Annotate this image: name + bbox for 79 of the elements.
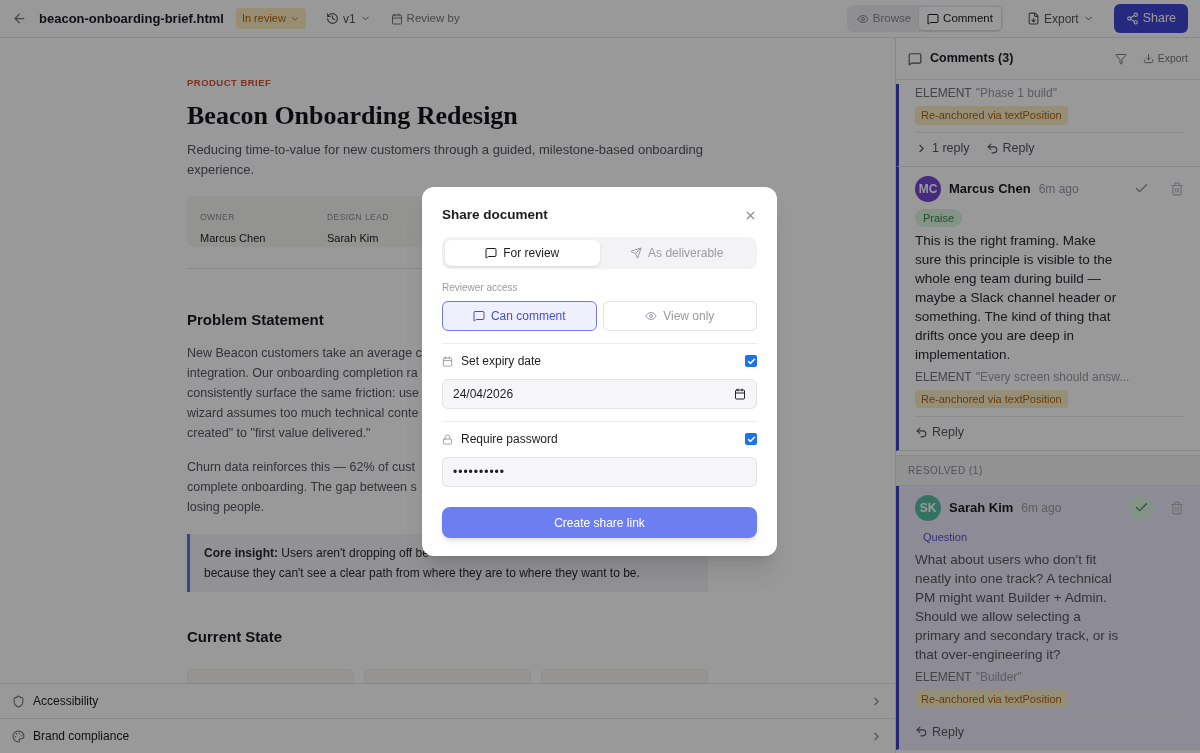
history-icon [325,12,339,25]
create-link-button[interactable]: Create share link [442,507,757,539]
share-icon [1125,12,1139,25]
anchor-badge: Re-anchored via textPosition [915,689,1068,708]
share-mode-tab[interactable]: As deliverable [599,240,754,267]
comment-icon [927,12,940,25]
document-title: Beacon Onboarding Redesign [187,100,518,133]
comment-body: This is the right framing. Make sure this principle is visible to the whole eng team during build — maybe a Slack channel header or something. The kind of thing that drifts once you are deep in implementation. [915,231,1118,364]
element-text: "Every screen should answ... [975,368,1130,386]
anchor-badge: Re-anchored via textPosition [915,106,1068,125]
palette-icon [12,729,25,743]
comment-icon [485,247,498,260]
checkbox[interactable] [745,355,757,368]
resolved-header: RESOLVED (1) [896,454,1200,486]
section-heading: Current State [187,627,283,647]
password-field[interactable]: •••••••••• [442,457,757,488]
reply-icon [985,141,999,155]
eye-icon [856,12,869,25]
comment-author: Sarah Kim [949,498,1014,517]
shield-icon [12,694,25,708]
element-label: ELEMENT [915,368,972,386]
eyebrow: PRODUCT BRIEF [187,76,272,90]
reply-icon [915,425,928,439]
share-button[interactable]: Share [1113,4,1188,33]
comment-author: Marcus Chen [949,180,1031,198]
section-heading: Problem Statement [187,309,324,330]
subtitle: Reducing time-to-value for new customers through a guided, milestone-based onboarding experience. [187,141,703,180]
element-label: ELEMENT [915,85,972,102]
reply-button[interactable]: Reply [915,722,964,742]
lock-icon [442,433,453,445]
paragraph: New Beacon customers take an average c integration. Our onboarding completion ra consistently surface the same friction: use wizard assumes too much technical conte created" to "first value delivered." [187,345,422,442]
access-option[interactable]: Can comment [442,301,597,332]
calendar-icon [390,12,403,25]
file-name: beacon-onboarding-brief.html [39,9,224,28]
eye-icon [645,310,658,323]
reply-button[interactable]: Reply [985,139,1035,158]
comment-tag: Praise [915,208,963,228]
meta-label: DESIGN LEAD [327,211,390,224]
dialog-title: Share document [442,206,548,224]
element-text: "Phase 1 build" [975,85,1057,102]
reply-icon [915,725,928,739]
access-option[interactable]: View only [602,301,757,332]
status-dropdown[interactable]: In review [235,8,306,29]
replies-toggle[interactable]: 1 reply [915,139,970,158]
option-label: Set expiry date [461,353,543,371]
avatar: SK [915,494,941,521]
meta-value: Marcus Chen [200,231,267,246]
mode-tab[interactable]: Comment [919,6,1001,31]
paragraph: Churn data reinforces this — 62% of cust complete onboarding. The gap between s losing people. [187,459,417,516]
download-icon [1142,53,1154,64]
export-button[interactable]: Export [1026,9,1094,28]
comment-icon [472,310,485,323]
calendar-icon [442,355,453,367]
meta-value: Sarah Kim [327,231,380,246]
element-label: ELEMENT [915,668,972,686]
back-icon[interactable] [12,11,27,26]
reply-button[interactable]: Reply [915,422,964,442]
share-mode-tab[interactable]: For review [445,240,600,267]
checkbox[interactable] [745,433,757,446]
filter-icon[interactable] [1114,52,1127,65]
access-label: Reviewer access [442,281,519,296]
anchor-badge: Re-anchored via textPosition [915,389,1068,409]
date-field[interactable]: 24/04/2026 [442,379,757,410]
version-dropdown[interactable]: v1 [325,9,371,28]
review-by-button[interactable]: Review by [390,9,460,28]
panel-title: Comments (3) [930,50,1015,68]
file-download-icon [1026,12,1040,25]
resolve-button[interactable] [1128,494,1154,521]
meta-label: OWNER [200,211,236,224]
comment-time: 6m ago [1038,180,1079,198]
option-label: Require password [461,431,559,449]
avatar: MC [915,175,941,202]
calendar-icon[interactable] [734,388,746,401]
delete-icon[interactable] [1170,181,1184,196]
comments-icon [908,51,922,66]
mode-tab[interactable]: Browse [848,6,920,31]
comment-body: What about users who don't fit neatly into one track? A technical PM might want Builder + Admin. Should we allow selecting a primary and secondary track, or is that over-engineering it? [915,550,1120,664]
export-comments-button[interactable]: Export [1142,50,1188,67]
send-icon [630,247,643,260]
